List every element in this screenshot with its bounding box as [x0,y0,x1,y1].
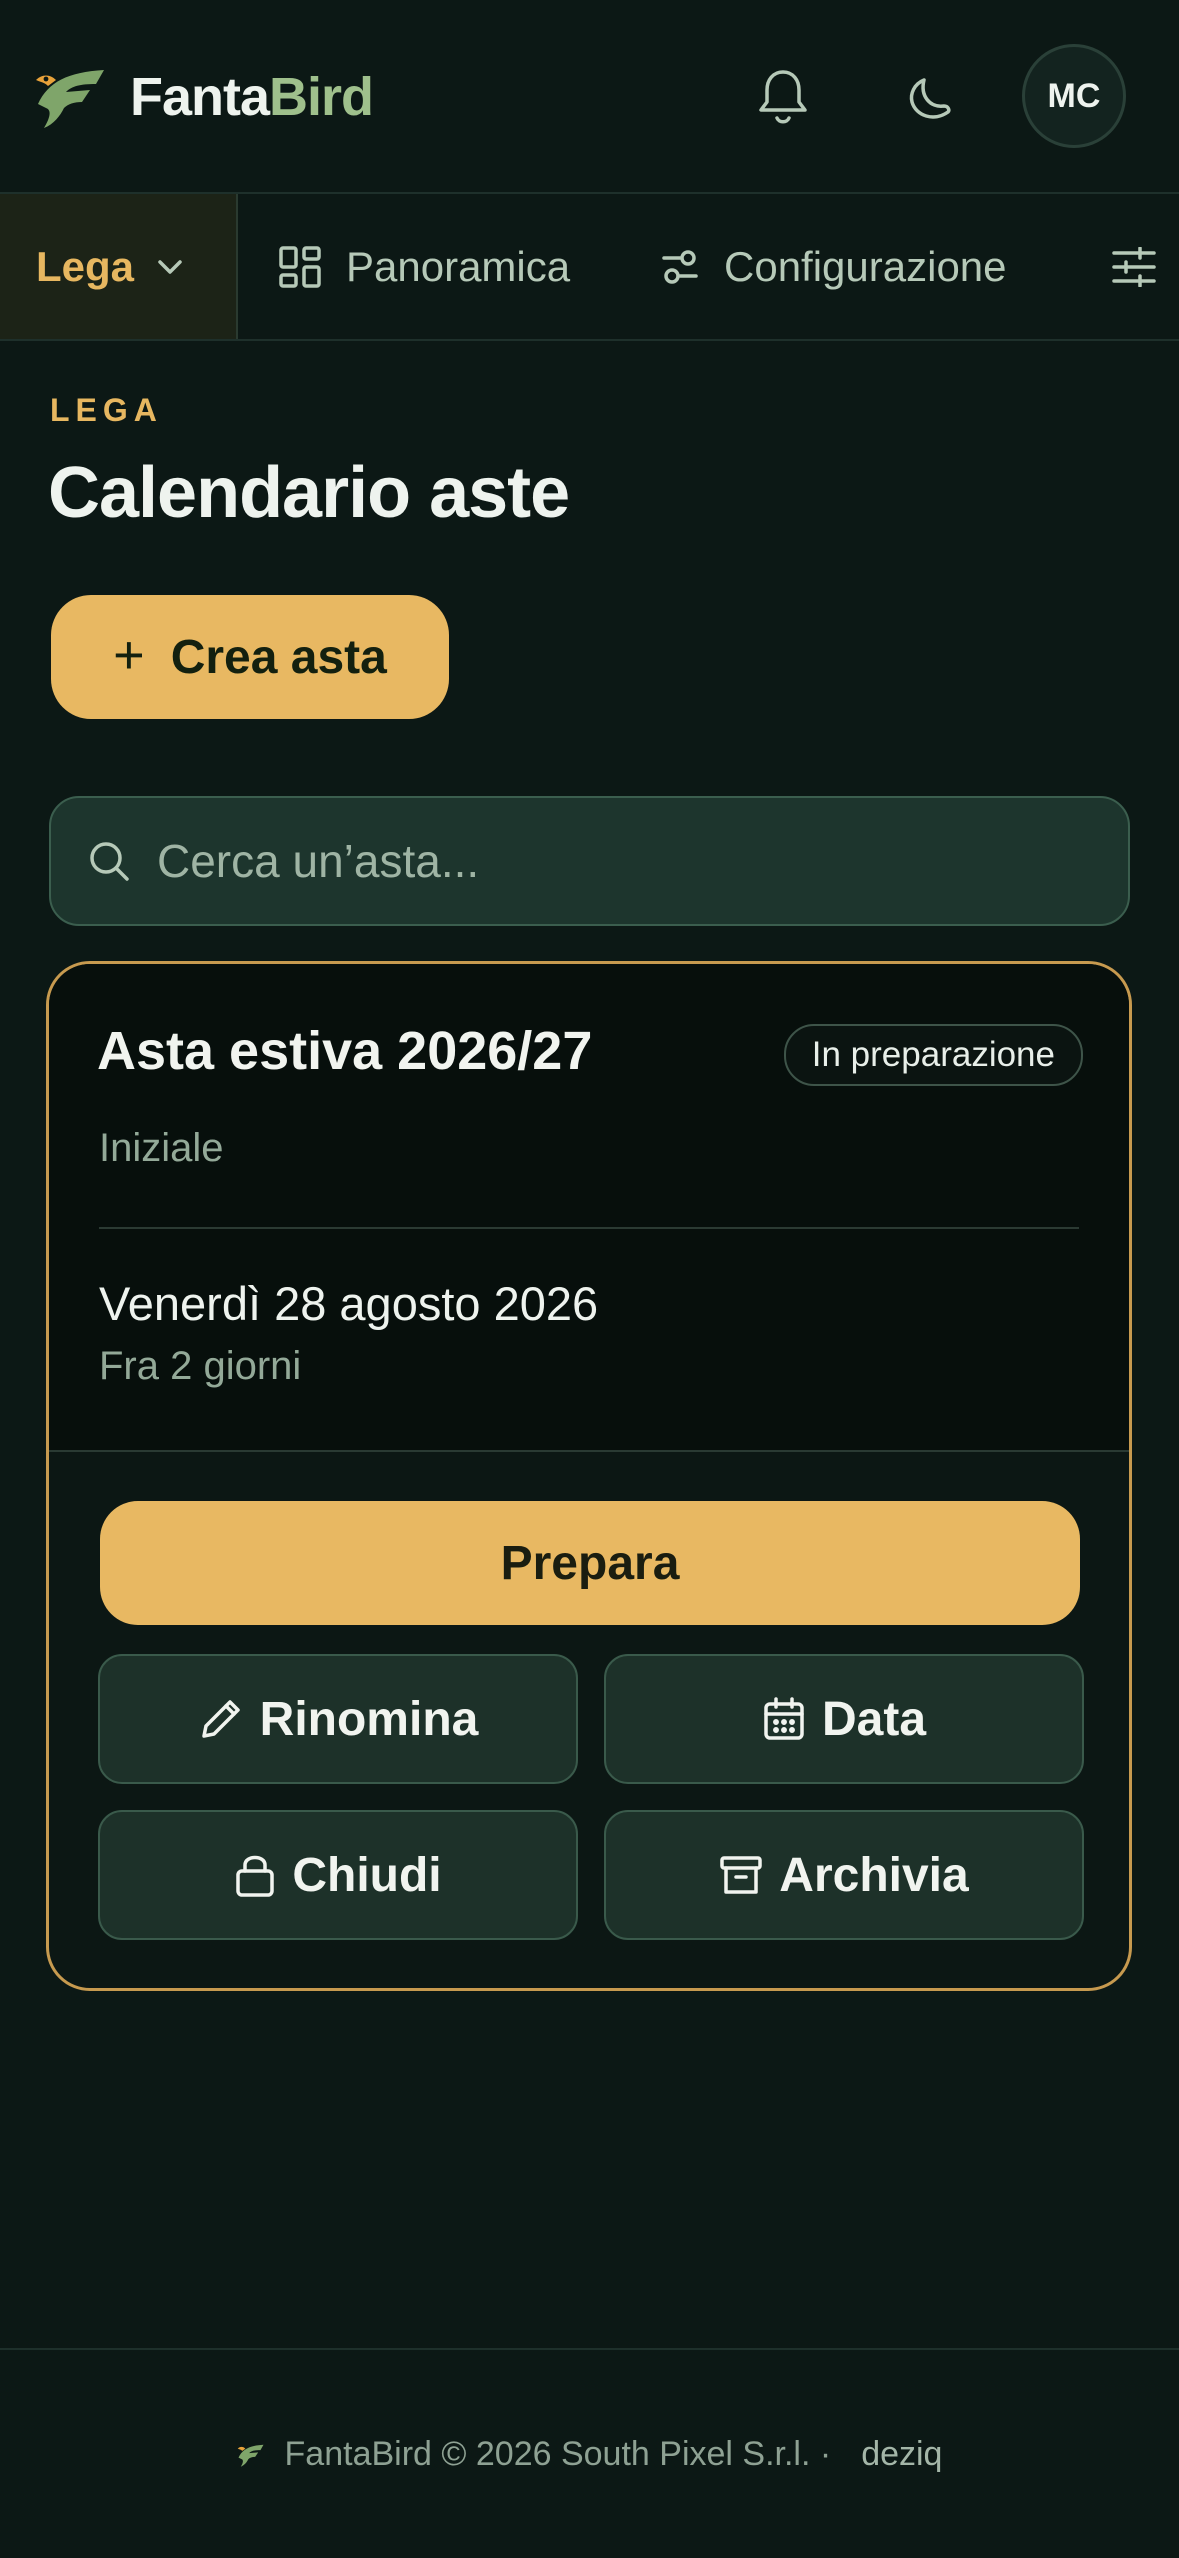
calendar-icon [764,1697,804,1740]
bell-icon[interactable] [755,66,811,128]
archive-label: Archivia [779,1848,969,1902]
archive-button[interactable]: Archivia [604,1810,1084,1940]
league-selector-label: Lega [36,242,135,290]
create-auction-button[interactable]: + Crea asta [51,595,449,719]
sliders-icon [1112,246,1156,287]
league-selector[interactable]: Lega [0,194,238,339]
app-header: FantaBird MC [0,0,1179,194]
brand-logo[interactable]: FantaBird [34,64,374,130]
footer-link[interactable]: deziq [861,2435,942,2474]
prepare-button[interactable]: Prepara [100,1501,1080,1625]
auction-title: Asta estiva 2026/27 [97,1021,593,1081]
toggles-icon [662,249,698,284]
close-auction-button[interactable]: Chiudi [98,1810,578,1940]
tab-panoramica[interactable]: Panoramica [278,194,570,339]
create-auction-label: Crea asta [170,630,387,684]
page-footer: FantaBird © 2026 South Pixel S.r.l. · de… [0,2348,1179,2558]
tab-configurazione-label: Configurazione [724,242,1007,290]
lock-icon [236,1855,275,1897]
section-kicker: LEGA [50,392,163,428]
auction-date: Venerdì 28 agosto 2026 [99,1277,599,1330]
bird-logo-icon [237,2444,264,2467]
plus-icon: + [113,625,145,685]
date-button[interactable]: Data [604,1654,1084,1784]
tab-panoramica-label: Panoramica [346,242,571,290]
rename-label: Rinomina [259,1692,479,1746]
auction-relative-date: Fra 2 giorni [99,1344,302,1388]
auction-card-summary[interactable]: Asta estiva 2026/27 In preparazione Iniz… [49,964,1129,1452]
auction-type: Iniziale [99,1126,224,1170]
search-input[interactable]: Cerca un’asta... [49,796,1130,926]
brand-name-part2: Bird [269,67,374,127]
grid-icon [279,245,321,288]
search-placeholder: Cerca un’asta... [157,835,480,887]
close-auction-label: Chiudi [292,1848,442,1902]
brand-name-part1: Fanta [130,67,270,127]
archive-icon [720,1856,763,1894]
footer-copyright: FantaBird © 2026 South Pixel S.r.l. · [284,2435,832,2473]
nav-tabs: Lega Panoramica Configurazione [0,194,1179,341]
tab-settings[interactable] [1112,194,1156,339]
user-avatar[interactable]: MC [1022,44,1126,148]
date-label: Data [821,1692,927,1746]
bird-logo-icon [36,70,104,128]
pencil-icon [201,1700,240,1738]
chevron-down-icon [158,259,182,274]
search-icon [90,842,129,881]
moon-icon[interactable] [904,66,960,128]
rename-button[interactable]: Rinomina [98,1654,578,1784]
card-divider [99,1227,1079,1229]
page-title: Calendario aste [48,453,570,533]
auction-card: Asta estiva 2026/27 In preparazione Iniz… [46,961,1132,1991]
status-badge: In preparazione [783,1024,1083,1086]
tab-configurazione[interactable]: Configurazione [660,194,1007,339]
